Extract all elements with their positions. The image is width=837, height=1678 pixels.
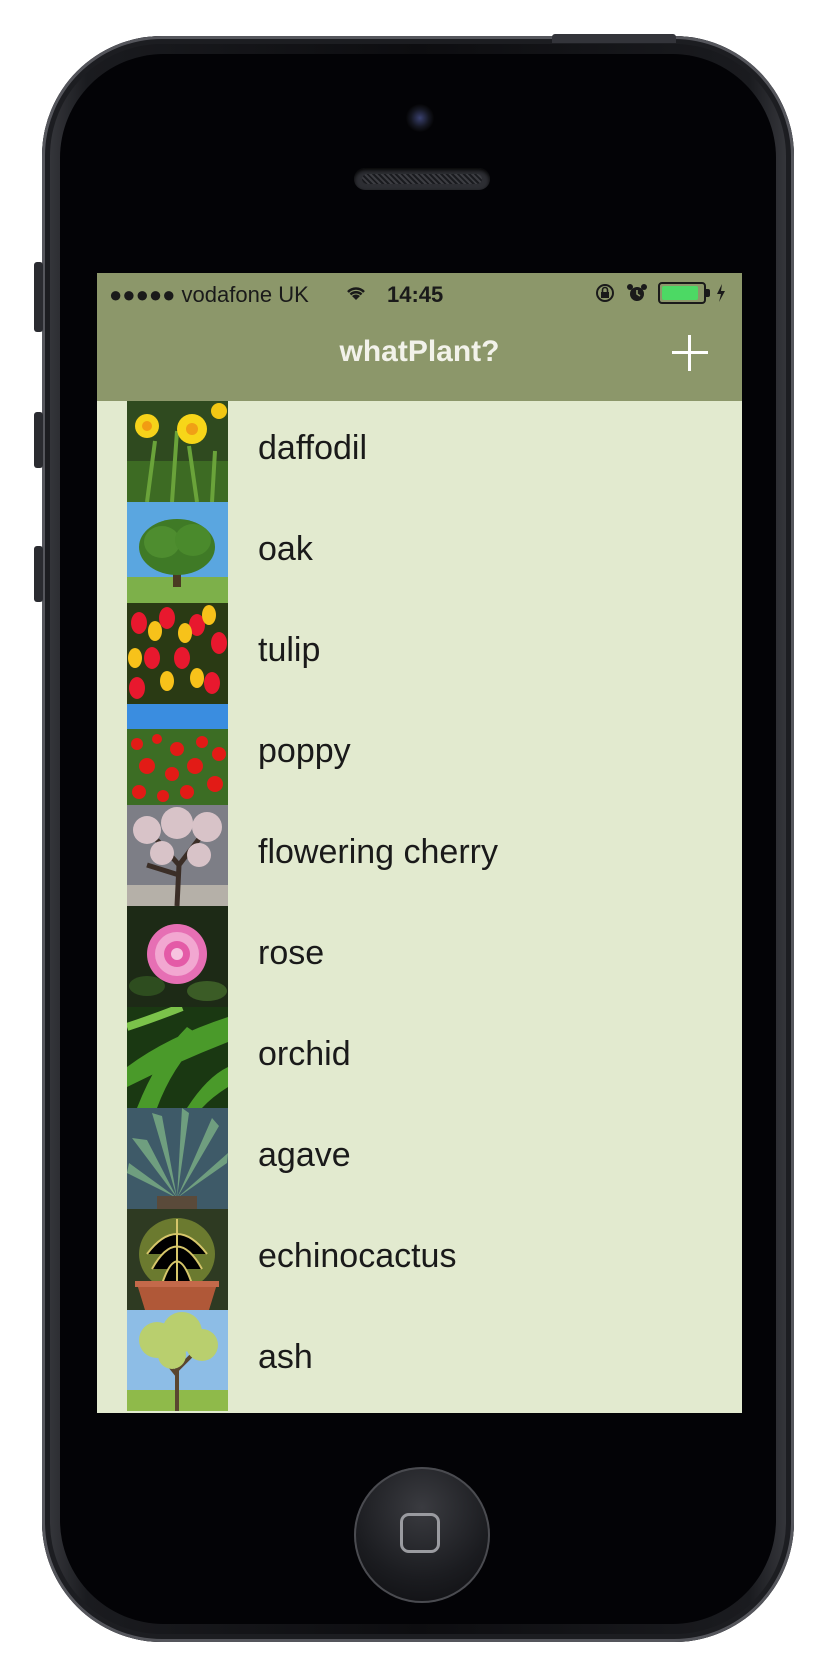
plant-row[interactable]: echinocactus (97, 1209, 742, 1310)
orchid-photo (127, 1007, 228, 1108)
status-indicators (594, 282, 726, 304)
plant-row[interactable]: flowering cherry (97, 805, 742, 906)
echinocactus-photo (127, 1209, 228, 1310)
earpiece-speaker (354, 168, 490, 190)
rose-photo (127, 906, 228, 1007)
ash-photo (127, 1310, 228, 1411)
plant-name: ash (258, 1338, 313, 1376)
power-button (552, 34, 676, 43)
plant-row[interactable]: agave (97, 1108, 742, 1209)
mute-switch (34, 262, 43, 332)
daffodil-photo (127, 401, 228, 502)
navigation-bar: whatPlant? (97, 313, 742, 401)
plant-name: flowering cherry (258, 833, 498, 871)
add-plant-button[interactable] (668, 331, 712, 375)
tulip-photo (127, 603, 228, 704)
alarm-icon (627, 284, 647, 301)
plant-name: rose (258, 934, 325, 972)
plant-row[interactable]: poppy (97, 704, 742, 805)
carrier-label: ●●●●● vodafone UK (109, 282, 309, 307)
plant-list: daffodil oak tulip poppy flowering cherry ros… (97, 401, 742, 1411)
plant-row[interactable]: tulip (97, 603, 742, 704)
volume-down-button (34, 546, 43, 602)
charging-bolt-icon (717, 284, 725, 302)
plant-name: echinocactus (258, 1237, 457, 1275)
plant-name: daffodil (258, 429, 368, 467)
plant-row[interactable]: orchid (97, 1007, 742, 1108)
front-camera (406, 104, 434, 132)
battery-level (662, 286, 698, 300)
plant-name: agave (258, 1136, 351, 1174)
agave-photo (127, 1108, 228, 1209)
plant-row[interactable]: ash (97, 1310, 742, 1411)
plant-name: orchid (258, 1035, 351, 1073)
status-time: 14:45 (387, 282, 444, 307)
home-button[interactable] (354, 1467, 490, 1603)
plant-name: tulip (258, 631, 321, 669)
plant-name: oak (258, 530, 313, 568)
app-screen: ●●●●● vodafone UK 14:45 whatPlant? daffo… (97, 273, 742, 1413)
plant-row[interactable]: oak (97, 502, 742, 603)
plant-row[interactable]: rose (97, 906, 742, 1007)
poppy-photo (127, 704, 228, 805)
home-square-icon (400, 1513, 440, 1553)
wifi-icon (347, 287, 365, 300)
oak-photo (127, 502, 228, 603)
volume-up-button (34, 412, 43, 468)
plant-row[interactable]: daffodil (97, 401, 742, 502)
battery-icon (658, 282, 710, 304)
app-title: whatPlant? (339, 335, 500, 368)
status-bar: ●●●●● vodafone UK 14:45 (97, 273, 742, 313)
rotation-lock-icon (596, 284, 614, 302)
plant-name: poppy (258, 732, 351, 770)
flowering-cherry-photo (127, 805, 228, 906)
